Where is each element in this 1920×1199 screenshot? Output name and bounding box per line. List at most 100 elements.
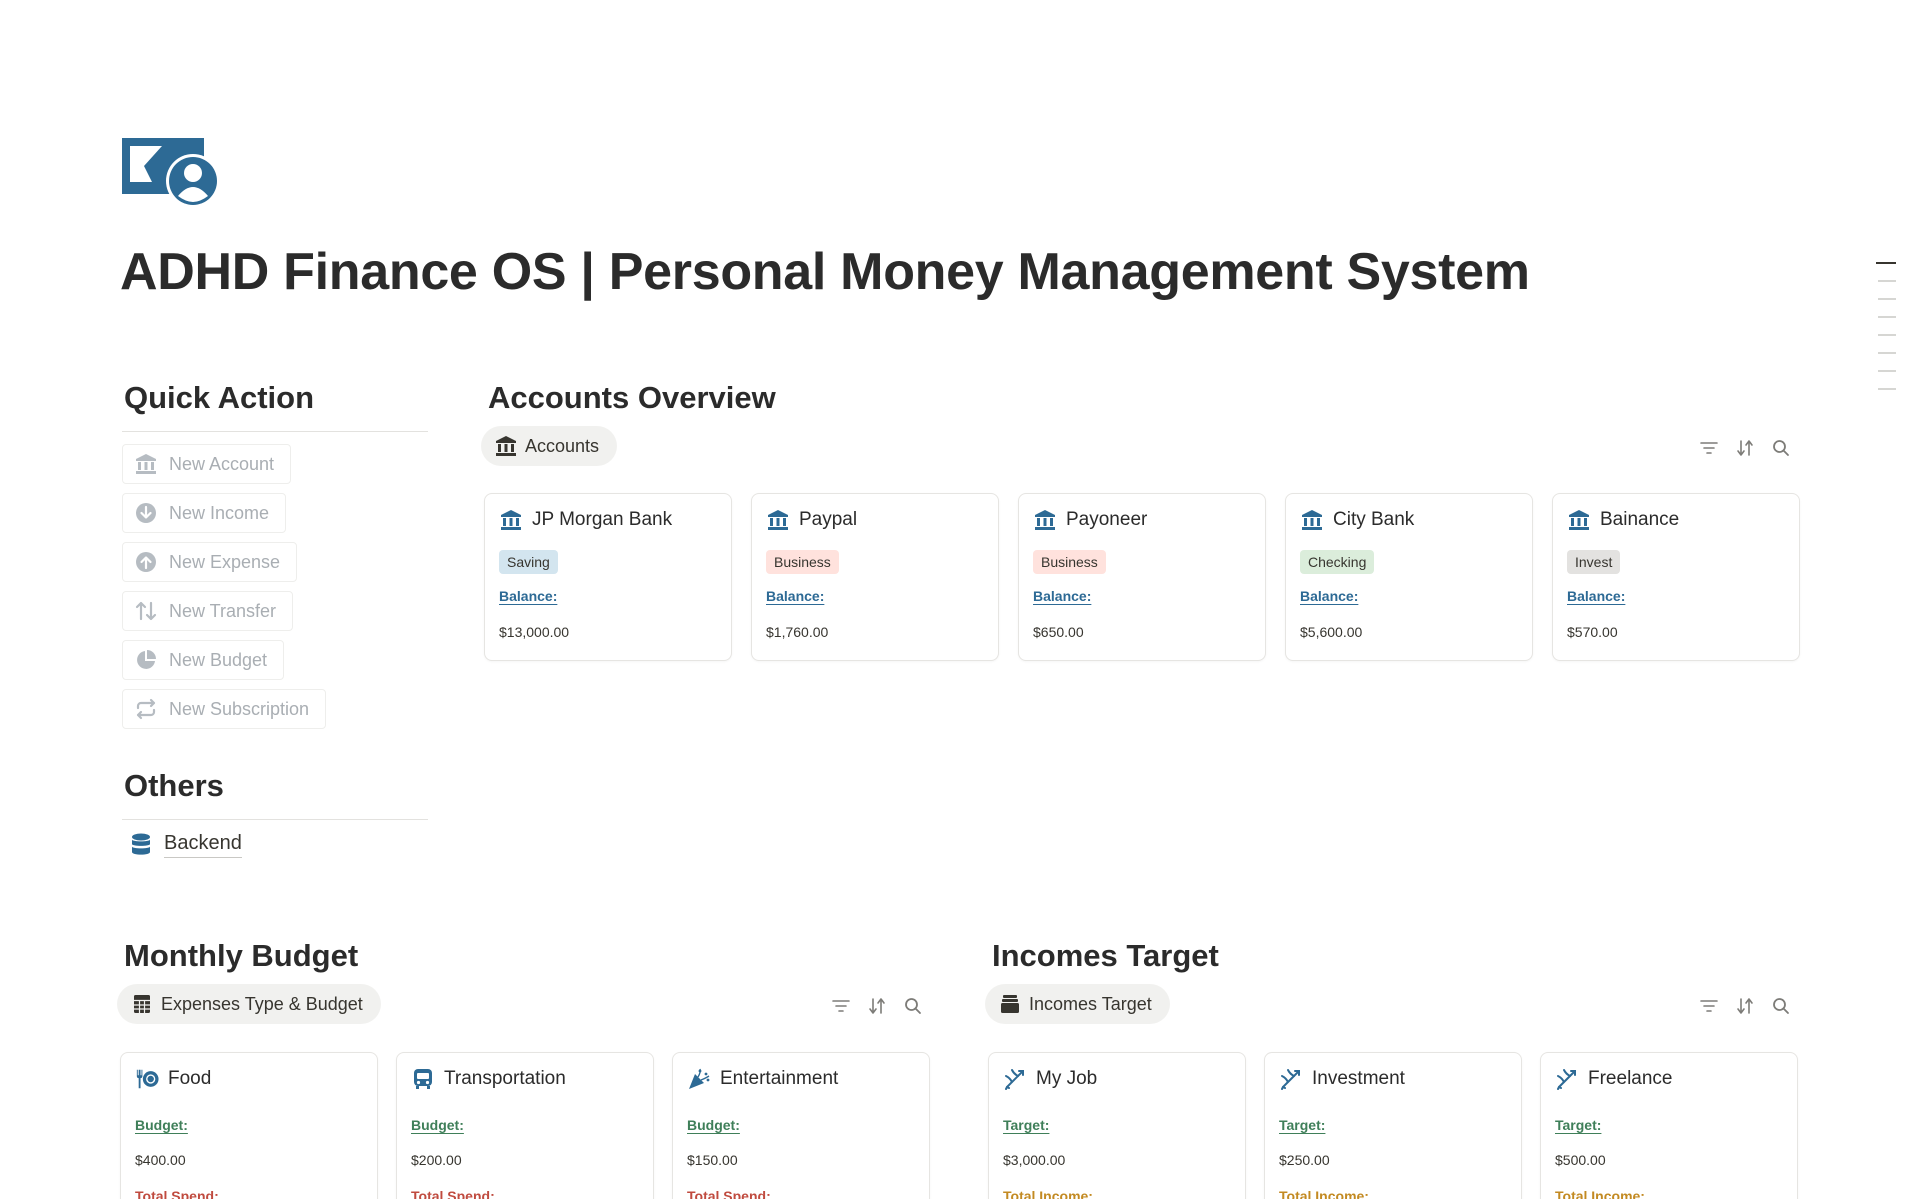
budget-card[interactable]: Transportation Budget: $200.00 Total Spe… [396,1052,654,1199]
target-label: Target: [1555,1117,1602,1133]
toc-item[interactable] [1878,280,1896,282]
search-icon[interactable] [1770,437,1792,459]
account-card[interactable]: Bainance Invest Balance: $570.00 [1552,493,1800,661]
toc-item[interactable] [1878,298,1896,300]
budget-label: Budget: [687,1117,740,1133]
target-value: $500.00 [1555,1152,1606,1168]
sort-icon[interactable] [866,995,888,1017]
accounts-toolbar [1684,437,1792,459]
income-name: My Job [1036,1068,1098,1089]
total-income-label: Total Income: [1279,1188,1369,1199]
account-type-tag: Business [1033,550,1106,574]
expenses-view-tab[interactable]: Expenses Type & Budget [117,984,381,1024]
toc-item[interactable] [1878,334,1896,336]
budget-card[interactable]: Entertainment Budget: $150.00 Total Spen… [672,1052,930,1199]
backend-label: Backend [164,832,242,858]
stack-icon [999,993,1021,1015]
account-card-title: Bainance [1567,508,1679,532]
bank-icon [1300,508,1324,532]
filter-icon[interactable] [1698,995,1720,1017]
balance-value: $1,760.00 [766,624,829,640]
search-icon[interactable] [902,995,924,1017]
accounts-view-label: Accounts [525,435,600,456]
backend-link[interactable]: Backend [130,832,242,858]
total-income-label: Total Income: [1003,1188,1093,1199]
account-card[interactable]: Payoneer Business Balance: $650.00 [1018,493,1266,661]
target-label: Target: [1279,1117,1326,1133]
bank-icon [1567,508,1591,532]
incomes-target-heading: Incomes Target [992,938,1219,973]
new-transfer-label: New Transfer [169,600,277,621]
accounts-overview-heading: Accounts Overview [488,380,776,415]
new-subscription-button[interactable]: New Subscription [122,689,327,729]
new-expense-label: New Expense [169,551,281,572]
total-spend-label: Total Spend: [411,1188,495,1199]
others-heading: Others [124,768,224,803]
repeat-icon [135,698,157,720]
arrow-up-circle-icon [135,551,157,573]
account-card-title: Payoneer [1033,508,1147,532]
bank-icon [1033,508,1057,532]
target-value: $3,000.00 [1003,1152,1066,1168]
budget-card-title: Entertainment [687,1067,838,1091]
account-card[interactable]: City Bank Checking Balance: $5,600.00 [1285,493,1533,661]
income-target-card[interactable]: Investment Target: $250.00 Total Income: [1264,1052,1522,1199]
target-arrow-icon [1003,1067,1027,1091]
swap-vertical-icon [135,600,157,622]
account-card[interactable]: JP Morgan Bank Saving Balance: $13,000.0… [484,493,732,661]
balance-value: $5,600.00 [1300,624,1363,640]
account-name: JP Morgan Bank [532,509,673,530]
account-name: Bainance [1600,509,1680,530]
account-name: Paypal [799,509,858,530]
budget-card[interactable]: Food Budget: $400.00 Total Spend: [120,1052,378,1199]
table-of-contents[interactable] [1876,262,1896,406]
table-icon [131,993,153,1015]
income-card-title: Freelance [1555,1067,1673,1091]
income-target-card[interactable]: My Job Target: $3,000.00 Total Income: [988,1052,1246,1199]
toc-item[interactable] [1876,262,1896,264]
sort-icon[interactable] [1734,437,1756,459]
new-budget-button[interactable]: New Budget [122,640,285,680]
budget-value: $150.00 [687,1152,738,1168]
filter-icon[interactable] [1698,437,1720,459]
income-name: Freelance [1588,1068,1673,1089]
budget-label: Budget: [135,1117,188,1133]
account-name: Payoneer [1066,509,1148,530]
accounts-view-tab[interactable]: Accounts [481,426,618,466]
new-subscription-label: New Subscription [169,698,310,719]
budget-card-title: Transportation [411,1067,566,1091]
total-income-label: Total Income: [1555,1188,1645,1199]
bank-icon [766,508,790,532]
sort-icon[interactable] [1734,995,1756,1017]
incomes-target-view-tab[interactable]: Incomes Target [985,984,1170,1024]
new-transfer-button[interactable]: New Transfer [122,591,294,631]
toc-item[interactable] [1878,352,1896,354]
budget-name: Entertainment [720,1068,839,1089]
target-arrow-icon [1555,1067,1579,1091]
balance-value: $650.00 [1033,624,1084,640]
search-icon[interactable] [1770,995,1792,1017]
money-bill-icon[interactable] [122,138,224,212]
toc-item[interactable] [1878,370,1896,372]
new-income-button[interactable]: New Income [122,493,287,533]
account-type-tag: Checking [1300,550,1375,574]
account-card[interactable]: Paypal Business Balance: $1,760.00 [751,493,999,661]
bank-icon [495,435,517,457]
account-type-tag: Business [766,550,839,574]
divider [122,431,428,432]
account-card-title: JP Morgan Bank [499,508,672,532]
budget-value: $200.00 [411,1152,462,1168]
balance-value: $570.00 [1567,624,1618,640]
toc-item[interactable] [1878,388,1896,390]
income-target-card[interactable]: Freelance Target: $500.00 Total Income: [1540,1052,1798,1199]
monthly-budget-heading: Monthly Budget [124,938,359,973]
toc-item[interactable] [1878,316,1896,318]
new-expense-button[interactable]: New Expense [122,542,298,582]
arrow-down-circle-icon [135,502,157,524]
utensils-icon [135,1067,159,1091]
filter-icon[interactable] [830,995,852,1017]
total-spend-label: Total Spend: [687,1188,771,1199]
party-popper-icon [687,1067,711,1091]
new-account-button[interactable]: New Account [122,444,292,484]
account-type-tag: Invest [1567,550,1621,574]
